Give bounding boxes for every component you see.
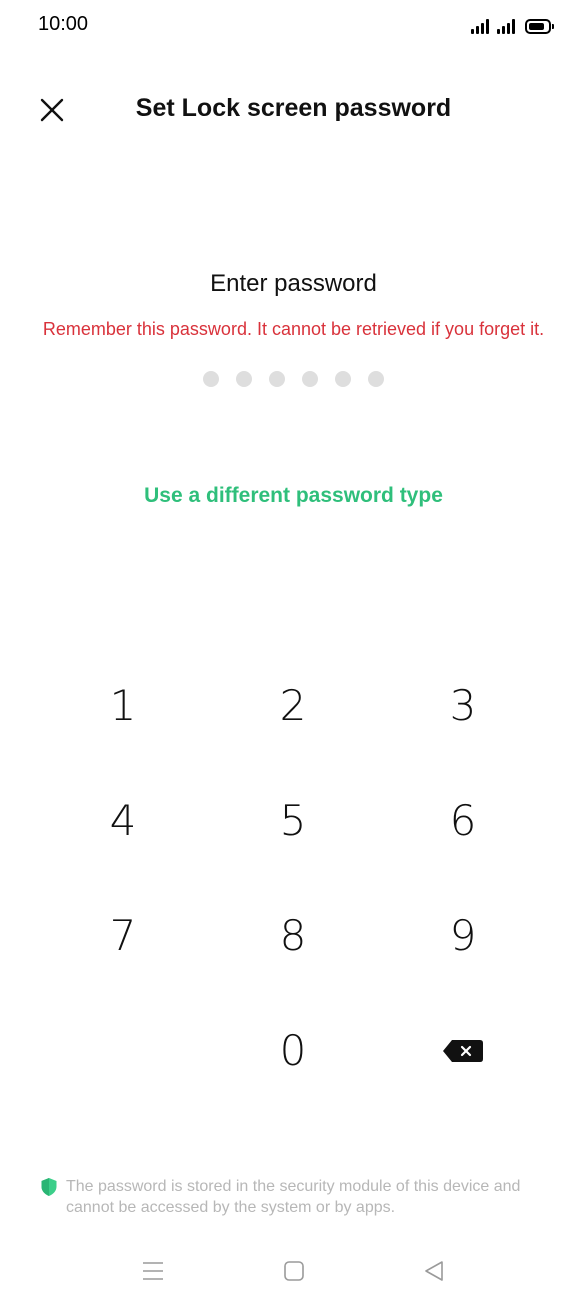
back-icon bbox=[425, 1261, 443, 1281]
key-6[interactable]: 6 bbox=[378, 763, 548, 878]
enter-password-label: Enter password bbox=[210, 270, 377, 297]
battery-icon bbox=[525, 19, 554, 34]
header: Set Lock screen password bbox=[0, 80, 587, 140]
backspace-icon bbox=[443, 1039, 483, 1062]
pin-dot bbox=[302, 371, 318, 387]
use-different-password-type-link[interactable]: Use a different password type bbox=[0, 484, 587, 508]
home-button[interactable] bbox=[274, 1256, 314, 1286]
recent-apps-button[interactable] bbox=[133, 1256, 173, 1286]
pin-dot bbox=[368, 371, 384, 387]
key-1[interactable]: 1 bbox=[38, 648, 208, 763]
signal-icon bbox=[471, 18, 489, 34]
key-8[interactable]: 8 bbox=[208, 878, 378, 993]
pin-dot bbox=[269, 371, 285, 387]
key-5[interactable]: 5 bbox=[208, 763, 378, 878]
key-2[interactable]: 2 bbox=[208, 648, 378, 763]
key-blank bbox=[38, 993, 208, 1108]
pin-dots bbox=[0, 371, 587, 387]
backspace-button[interactable] bbox=[378, 993, 548, 1108]
menu-icon bbox=[143, 1262, 163, 1280]
pin-dot bbox=[335, 371, 351, 387]
key-4[interactable]: 4 bbox=[38, 763, 208, 878]
password-warning: Remember this password. It cannot be ret… bbox=[42, 319, 545, 339]
key-7[interactable]: 7 bbox=[38, 878, 208, 993]
navigation-bar bbox=[0, 1250, 587, 1290]
key-0[interactable]: 0 bbox=[208, 993, 378, 1108]
key-9[interactable]: 9 bbox=[378, 878, 548, 993]
signal-icon bbox=[497, 18, 515, 34]
security-note-text: The password is stored in the security m… bbox=[66, 1178, 521, 1216]
home-icon bbox=[284, 1261, 304, 1281]
status-icons bbox=[471, 16, 554, 34]
key-3[interactable]: 3 bbox=[378, 648, 548, 763]
number-keypad: 123 456 7890 bbox=[38, 648, 548, 1108]
pin-dot bbox=[203, 371, 219, 387]
status-bar: 10:00 bbox=[0, 0, 587, 52]
pin-dot bbox=[236, 371, 252, 387]
status-time: 10:00 bbox=[38, 13, 89, 35]
back-button[interactable] bbox=[414, 1256, 454, 1286]
battery-level bbox=[529, 23, 544, 30]
shield-icon bbox=[41, 1178, 57, 1196]
page-title: Set Lock screen password bbox=[135, 94, 452, 122]
security-note: The password is stored in the security m… bbox=[40, 1176, 560, 1218]
